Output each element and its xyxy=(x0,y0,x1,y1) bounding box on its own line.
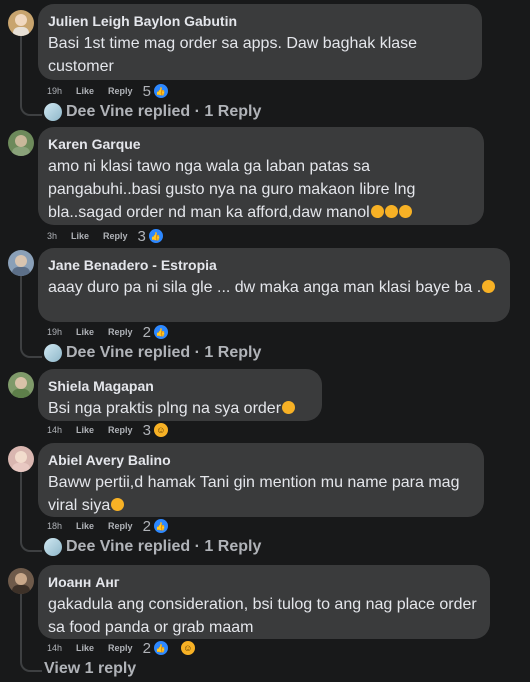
comment-actions: 14h Like Reply 2 👍 ☺ xyxy=(47,639,210,657)
comment-bubble: Jane Benadero - Estropia aaay duro pa ni… xyxy=(38,248,510,322)
reaction-summary[interactable]: 2 👍 xyxy=(143,518,183,535)
comment-author[interactable]: Karen Garque xyxy=(48,135,472,153)
like-reaction-icon: 👍 xyxy=(147,228,164,244)
comment-actions: 3h Like Reply 3 👍 xyxy=(47,227,178,245)
comment-time[interactable]: 19h xyxy=(47,327,62,337)
like-button[interactable]: Like xyxy=(76,521,94,531)
comment-actions: 18h Like Reply 2 👍 xyxy=(47,517,183,535)
grimace-emoji-icon xyxy=(111,498,125,511)
comment-time[interactable]: 18h xyxy=(47,521,62,531)
comment-bubble: Shiela Magapan Bsi nga praktis plng na s… xyxy=(38,369,322,421)
reply-button[interactable]: Reply xyxy=(108,643,133,653)
reply-button[interactable]: Reply xyxy=(108,425,133,435)
view-replies-link[interactable]: View 1 reply xyxy=(44,660,136,678)
comment-bubble: Иоанн Анг gakadula ang consideration, bs… xyxy=(38,565,490,639)
haha-reaction-icon: ☺ xyxy=(152,422,169,438)
reply-button[interactable]: Reply xyxy=(108,86,133,96)
comment-text: gakadula ang consideration, bsi tulog to… xyxy=(48,596,477,636)
view-replies-link[interactable]: Dee Vine replied · 1 Reply xyxy=(44,103,261,121)
comment-text: aaay duro pa ni sila gle ... dw maka ang… xyxy=(48,276,498,299)
comment-text: amo ni klasi tawo nga wala ga laban pata… xyxy=(48,158,416,221)
comment-bubble: Julien Leigh Baylon Gabutin Basi 1st tim… xyxy=(38,4,482,80)
laughing-emoji-icon xyxy=(398,205,412,218)
reply-button[interactable]: Reply xyxy=(108,521,133,531)
laughing-emoji-icon xyxy=(282,401,296,414)
thread-elbow xyxy=(20,332,42,358)
comment-actions: 14h Like Reply 3 ☺ xyxy=(47,421,183,439)
comment-author[interactable]: Abiel Avery Balino xyxy=(48,451,472,469)
comment-time[interactable]: 14h xyxy=(47,643,62,653)
haha-reaction-icon: ☺ xyxy=(179,640,196,656)
avatar[interactable] xyxy=(8,130,34,156)
comment-time[interactable]: 14h xyxy=(47,425,62,435)
comment-author[interactable]: Shiela Magapan xyxy=(48,377,310,395)
replier-avatar xyxy=(44,344,62,362)
like-button[interactable]: Like xyxy=(76,643,94,653)
reply-button[interactable]: Reply xyxy=(103,231,128,241)
comment-time[interactable]: 19h xyxy=(47,86,62,96)
thread-elbow xyxy=(20,90,42,116)
laughing-emoji-icon xyxy=(384,205,398,218)
comment-actions: 19h Like Reply 2 👍 xyxy=(47,323,183,341)
like-button[interactable]: Like xyxy=(76,327,94,337)
thread-elbow xyxy=(20,650,42,672)
like-button[interactable]: Like xyxy=(76,86,94,96)
comment-author[interactable]: Julien Leigh Baylon Gabutin xyxy=(48,12,470,30)
reaction-summary[interactable]: 2 👍 xyxy=(143,324,183,341)
avatar[interactable] xyxy=(8,446,34,472)
comment-actions: 19h Like Reply 5 👍 xyxy=(47,82,183,100)
comment-author[interactable]: Jane Benadero - Estropia xyxy=(48,256,498,274)
like-button[interactable]: Like xyxy=(76,425,94,435)
laughing-emoji-icon xyxy=(370,205,384,218)
comment-bubble: Abiel Avery Balino Baww pertii,d hamak T… xyxy=(38,443,484,517)
comment-time[interactable]: 3h xyxy=(47,231,57,241)
comment-text: Basi 1st time mag order sa apps. Daw bag… xyxy=(48,35,418,75)
comment-text: Bsi nga praktis plng na sya order xyxy=(48,397,310,420)
avatar[interactable] xyxy=(8,372,34,398)
view-replies-link[interactable]: Dee Vine replied · 1 Reply xyxy=(44,538,261,556)
reply-button[interactable]: Reply xyxy=(108,327,133,337)
view-replies-link[interactable]: Dee Vine replied · 1 Reply xyxy=(44,344,261,362)
comment-text: Baww pertii,d hamak Tani gin mention mu … xyxy=(48,474,460,514)
like-reaction-icon: 👍 xyxy=(152,518,169,534)
comment-bubble: Karen Garque amo ni klasi tawo nga wala … xyxy=(38,127,484,225)
reaction-summary[interactable]: 3 ☺ xyxy=(143,422,183,439)
reaction-summary[interactable]: 3 👍 xyxy=(138,228,178,245)
replier-avatar xyxy=(44,103,62,121)
avatar[interactable] xyxy=(8,250,34,276)
like-reaction-icon: 👍 xyxy=(152,640,169,656)
thread-elbow xyxy=(20,526,42,552)
like-reaction-icon: 👍 xyxy=(152,324,169,340)
comment-author[interactable]: Иоанн Анг xyxy=(48,573,478,591)
avatar[interactable] xyxy=(8,10,34,36)
reaction-summary[interactable]: 2 👍 ☺ xyxy=(143,640,210,657)
avatar[interactable] xyxy=(8,568,34,594)
reaction-summary[interactable]: 5 👍 xyxy=(143,83,183,100)
like-reaction-icon: 👍 xyxy=(152,83,169,99)
like-button[interactable]: Like xyxy=(71,231,89,241)
grimace-emoji-icon xyxy=(482,280,496,293)
replier-avatar xyxy=(44,538,62,556)
